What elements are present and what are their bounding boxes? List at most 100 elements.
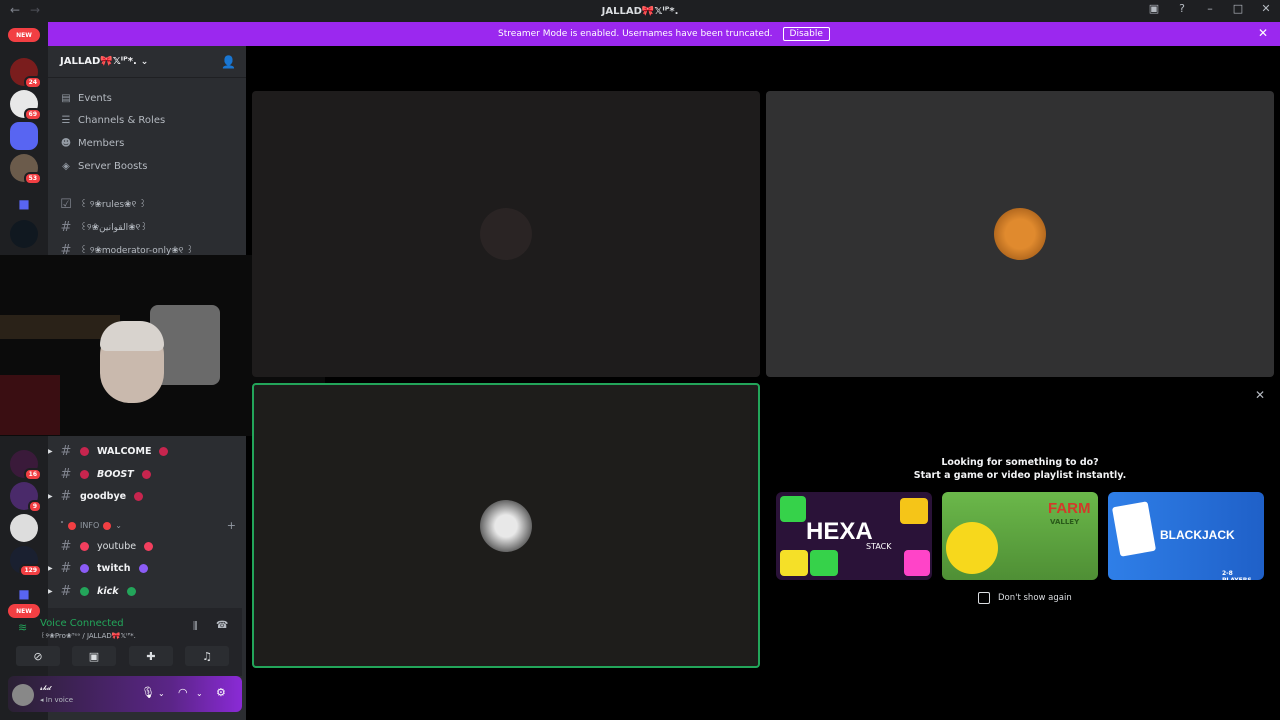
caret-icon: ▶ — [48, 587, 53, 595]
video-tile[interactable] — [252, 91, 760, 377]
server-icon[interactable]: 16 — [10, 450, 42, 481]
new-pill[interactable]: NEW — [8, 604, 40, 618]
server-icon[interactable]: 69 — [10, 90, 42, 121]
hexagon-tile — [780, 496, 806, 522]
hexagon-tile — [900, 498, 928, 524]
menu-label: Channels & Roles — [78, 114, 166, 126]
server-icon[interactable]: 129 — [10, 546, 42, 577]
new-pill[interactable]: NEW — [8, 28, 40, 42]
game-subtitle: STACK — [866, 542, 892, 551]
mention-badge: 24 — [23, 76, 42, 89]
game-card-blackjack[interactable]: BLACKJACK 2-8 PLAYERS — [1108, 492, 1264, 580]
noise-suppression-icon[interactable]: ⫼ — [193, 621, 198, 632]
banner-text: Streamer Mode is enabled. Usernames have… — [498, 29, 773, 39]
heart-icon — [141, 469, 151, 479]
channel-twitch[interactable]: ▶ # twitch — [48, 558, 240, 578]
inbox-icon[interactable]: ▣ — [1146, 2, 1162, 15]
close-window-icon[interactable]: ✕ — [1258, 2, 1274, 15]
screen-share-button[interactable]: ▣ — [72, 646, 116, 666]
channel-goodbye[interactable]: ▶ # goodbye — [48, 486, 240, 506]
playing-card-icon — [1111, 501, 1157, 557]
activities-heading-line2: Start a game or video playlist instantly… — [913, 470, 1127, 481]
mention-badge: 9 — [27, 500, 42, 513]
channel-kick[interactable]: ▶ # kick — [48, 581, 240, 601]
disconnect-icon[interactable]: ☎ — [216, 620, 228, 631]
game-title: FARM — [1048, 500, 1091, 517]
help-icon[interactable]: ? — [1174, 2, 1190, 15]
game-card-hexa[interactable]: HEXA STACK — [776, 492, 932, 580]
hash-icon: # — [60, 219, 72, 235]
server-icon[interactable]: 9 — [10, 482, 42, 513]
category-info[interactable]: ˚ INFO ⌄ + — [56, 519, 236, 532]
channel-rules-ar[interactable]: # ꒰୨❀القوانين❀୧꒱ — [60, 217, 240, 237]
channel-boost[interactable]: # BOOST — [60, 464, 240, 484]
folder-icon[interactable]: ■ — [10, 190, 38, 218]
chevron-down-icon[interactable]: ⌄ — [196, 689, 203, 698]
voice-status[interactable]: Voice Connected — [40, 618, 124, 629]
mention-badge: 16 — [23, 468, 42, 481]
menu-channels-roles[interactable]: ☰ Channels & Roles — [60, 110, 166, 130]
server-icon[interactable] — [10, 514, 38, 542]
channel-name: youtube — [97, 540, 137, 552]
game-card-farm[interactable]: FARM VALLEY — [942, 492, 1098, 580]
settings-gear-icon[interactable]: ⚙ — [216, 686, 226, 699]
members-icon: ☻ — [60, 137, 72, 149]
user-status-text: In voice — [45, 696, 74, 704]
server-icon[interactable] — [10, 220, 38, 248]
menu-members[interactable]: ☻ Members — [60, 133, 125, 153]
user-avatar[interactable] — [12, 684, 34, 706]
heart-icon — [80, 469, 89, 479]
forward-arrow-icon[interactable]: → — [30, 3, 40, 17]
menu-server-boosts[interactable]: ◈ Server Boosts — [60, 156, 147, 176]
add-channel-icon[interactable]: + — [227, 519, 236, 532]
hash-icon: # — [60, 583, 72, 599]
channel-welcome[interactable]: ▶ # WALCOME — [48, 441, 240, 461]
channel-name: goodbye — [80, 490, 127, 502]
game-subtitle: VALLEY — [1050, 518, 1080, 526]
dont-show-again[interactable]: Don't show again — [978, 592, 1072, 604]
hexagon-tile — [904, 550, 930, 576]
window-title: JALLAD🎀𝕏ᴵᴾ*. — [601, 5, 679, 17]
dot-icon — [126, 586, 136, 596]
soundboard-button[interactable]: ♫ — [185, 646, 229, 666]
dot-icon — [80, 541, 89, 551]
activities-button[interactable]: ✚ — [129, 646, 173, 666]
close-activities-icon[interactable]: ✕ — [1255, 388, 1265, 402]
speaking-video-tile[interactable] — [252, 383, 760, 668]
minimize-icon[interactable]: – — [1202, 2, 1218, 15]
boost-icon: ◈ — [62, 160, 70, 172]
server-icon[interactable]: 24 — [10, 58, 42, 89]
chick-character — [946, 522, 998, 574]
heart-icon — [159, 446, 169, 456]
soundboard-icon: ♫ — [202, 649, 212, 663]
activities-heading: Looking for something to do? Start a gam… — [880, 456, 1160, 482]
headphones-icon[interactable]: ◠ — [178, 686, 188, 699]
close-banner-icon[interactable]: ✕ — [1258, 26, 1268, 40]
sparkle-icon: ˚ — [60, 521, 64, 530]
voice-channel-path[interactable]: ꒰୨❀Pro❀ᵀᵉᵃ / JALLAD🎀𝕏ᴵᴾ*. — [40, 630, 136, 641]
checkbox-icon: ☑ — [60, 196, 72, 212]
disable-streamer-mode-button[interactable]: Disable — [782, 27, 830, 41]
channel-youtube[interactable]: # youtube — [60, 536, 240, 556]
activities-heading-line1: Looking for something to do? — [941, 457, 1099, 468]
game-subtitle: 2-8 PLAYERS — [1222, 570, 1252, 580]
invite-user-icon[interactable]: 👤 — [221, 55, 236, 69]
streamer-mode-banner: Streamer Mode is enabled. Usernames have… — [48, 22, 1280, 46]
server-header[interactable]: JALLAD🎀𝕏ᴵᴾ*. ⌄ 👤 — [48, 46, 246, 78]
menu-label: Server Boosts — [78, 160, 148, 172]
checkbox[interactable] — [978, 592, 990, 604]
chevron-down-icon[interactable]: ⌄ — [158, 689, 165, 698]
camera-off-button[interactable]: ⊘ — [16, 646, 60, 666]
discord-server-icon[interactable] — [10, 122, 38, 150]
menu-events[interactable]: ▤ Events — [60, 88, 112, 108]
video-tile[interactable] — [766, 91, 1274, 377]
username[interactable]: 𝓼𝓴𝓭 — [40, 684, 51, 693]
back-arrow-icon[interactable]: ← — [10, 3, 20, 17]
channel-rules[interactable]: ☑ ꒰ ୨❀rules❀୧ ꒱ — [60, 194, 240, 214]
microphone-icon[interactable]: 🎙 — [141, 686, 155, 699]
calendar-icon: ▤ — [61, 92, 71, 104]
hexagon-tile — [780, 550, 808, 576]
channel-name: kick — [97, 585, 119, 597]
server-icon[interactable]: 53 — [10, 154, 42, 185]
maximize-icon[interactable]: □ — [1230, 2, 1246, 15]
